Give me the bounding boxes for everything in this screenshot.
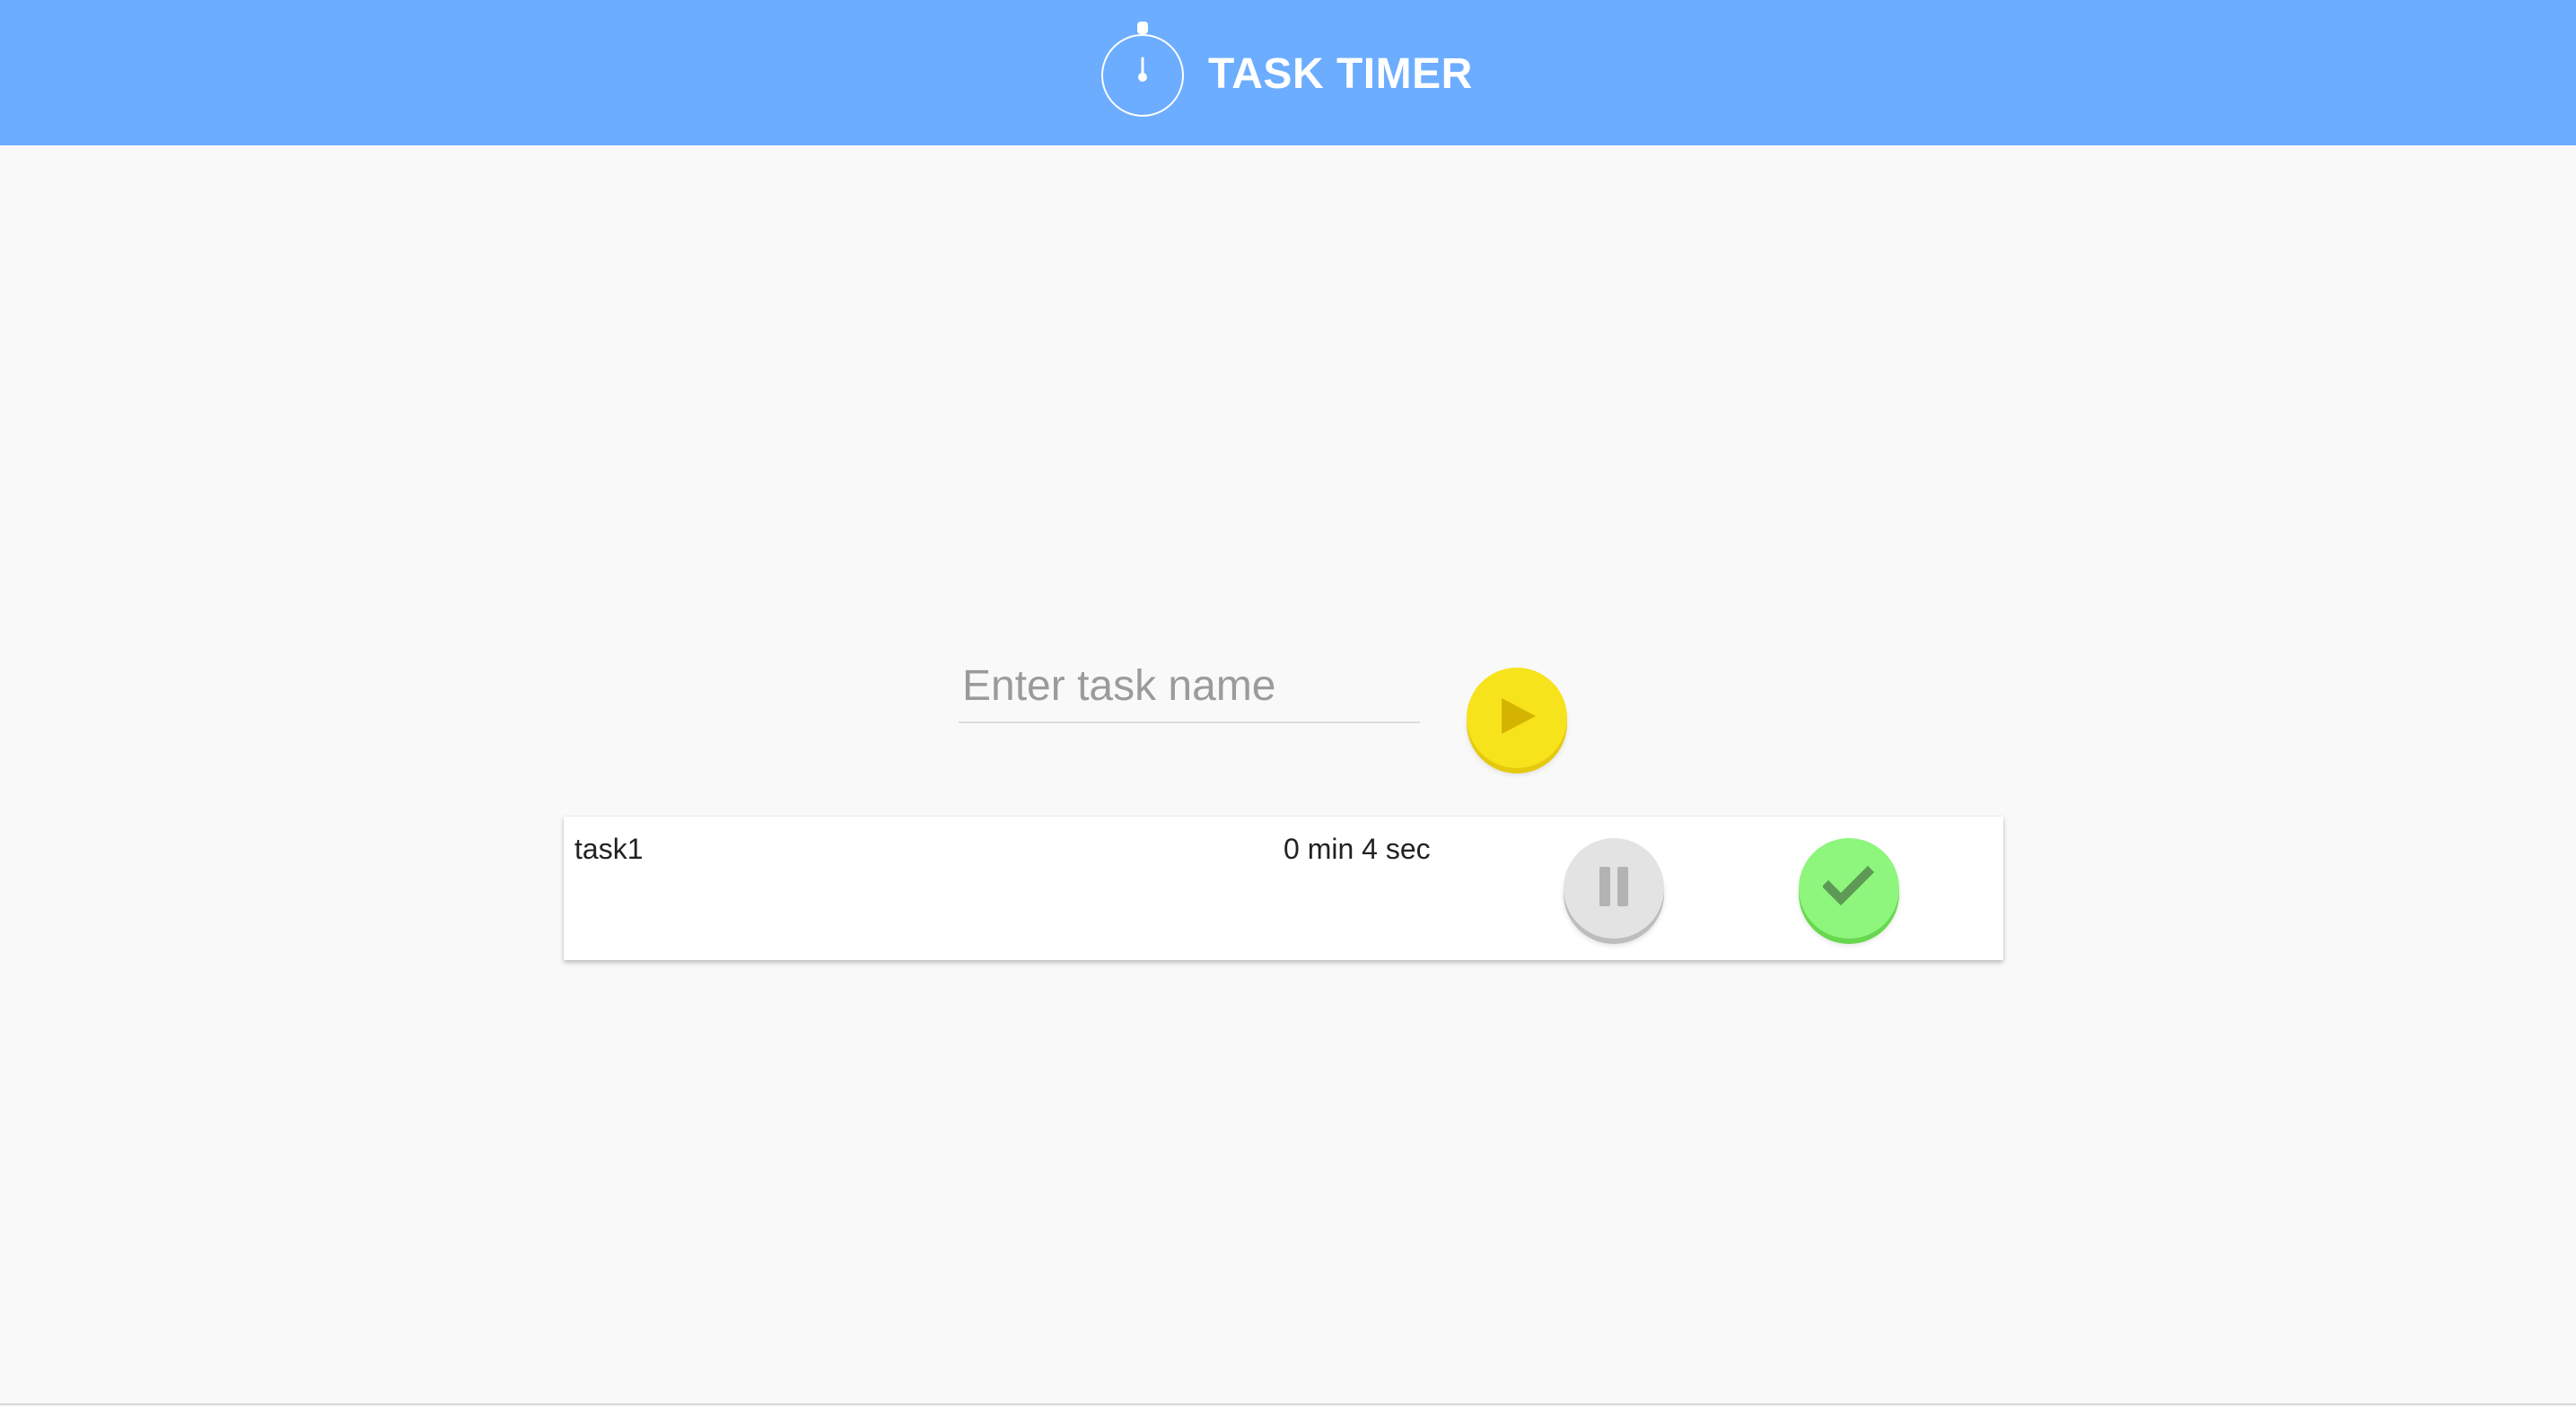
pause-icon	[1594, 865, 1634, 913]
task-name-field	[959, 650, 1420, 723]
task-name-input[interactable]	[959, 650, 1420, 721]
complete-task-button[interactable]	[1799, 838, 1899, 939]
pause-task-button[interactable]	[1564, 838, 1664, 939]
task-row: task1 0 min 4 sec	[564, 817, 2003, 960]
app-header: TASK TIMER	[0, 0, 2576, 145]
task-name: task1	[574, 833, 644, 865]
brand: TASK TIMER	[1099, 18, 1473, 126]
checkmark-icon	[1821, 865, 1875, 913]
task-elapsed-time: 0 min 4 sec	[1284, 833, 1431, 865]
play-icon	[1494, 694, 1539, 743]
stopwatch-icon	[1099, 19, 1187, 125]
app-title: TASK TIMER	[1208, 50, 1473, 98]
bottom-divider	[0, 1403, 2576, 1405]
start-task-button[interactable]	[1467, 668, 1567, 768]
